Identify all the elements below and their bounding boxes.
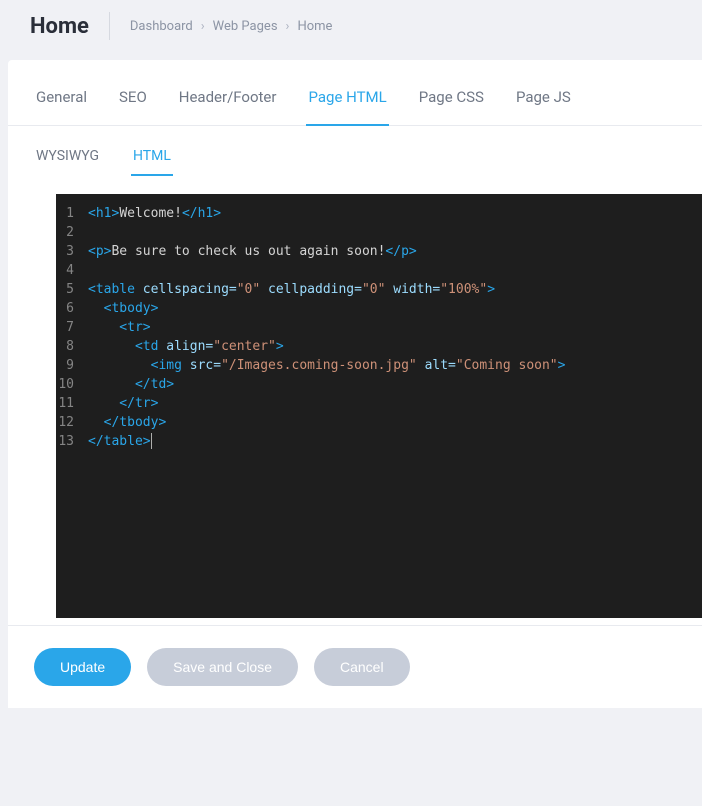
tab-page-js[interactable]: Page JS bbox=[514, 88, 573, 126]
breadcrumb: Dashboard › Web Pages › Home bbox=[130, 19, 333, 34]
breadcrumb-item[interactable]: Home bbox=[297, 19, 332, 34]
tab-page-html[interactable]: Page HTML bbox=[306, 88, 388, 126]
footer-actions: Update Save and Close Cancel bbox=[8, 625, 702, 708]
chevron-right-icon: › bbox=[201, 19, 205, 34]
breadcrumb-item[interactable]: Web Pages bbox=[213, 19, 278, 34]
editor-gutter: 12345678910111213 bbox=[56, 194, 84, 618]
code-editor[interactable]: 12345678910111213 <h1>Welcome!</h1><p>Be… bbox=[56, 194, 702, 618]
tab-page-css[interactable]: Page CSS bbox=[417, 88, 486, 126]
tab-general[interactable]: General bbox=[34, 88, 89, 126]
tab-seo[interactable]: SEO bbox=[117, 88, 149, 126]
divider bbox=[109, 12, 110, 40]
editor-code[interactable]: <h1>Welcome!</h1><p>Be sure to check us … bbox=[84, 194, 565, 618]
update-button[interactable]: Update bbox=[34, 648, 131, 686]
breadcrumb-item[interactable]: Dashboard bbox=[130, 19, 193, 34]
page-title: Home bbox=[30, 14, 89, 39]
chevron-right-icon: › bbox=[286, 19, 290, 34]
subtab-html[interactable]: HTML bbox=[131, 148, 173, 176]
save-and-close-button[interactable]: Save and Close bbox=[147, 648, 298, 686]
sub-tabs: WYSIWYG HTML bbox=[8, 126, 702, 176]
tab-header-footer[interactable]: Header/Footer bbox=[177, 88, 279, 126]
subtab-wysiwyg[interactable]: WYSIWYG bbox=[34, 148, 101, 176]
content-panel: General SEO Header/Footer Page HTML Page CSS… bbox=[8, 60, 702, 708]
main-tabs: General SEO Header/Footer Page HTML Page CSS… bbox=[8, 60, 702, 126]
cancel-button[interactable]: Cancel bbox=[314, 648, 410, 686]
page-header: Home Dashboard › Web Pages › Home bbox=[0, 0, 702, 52]
